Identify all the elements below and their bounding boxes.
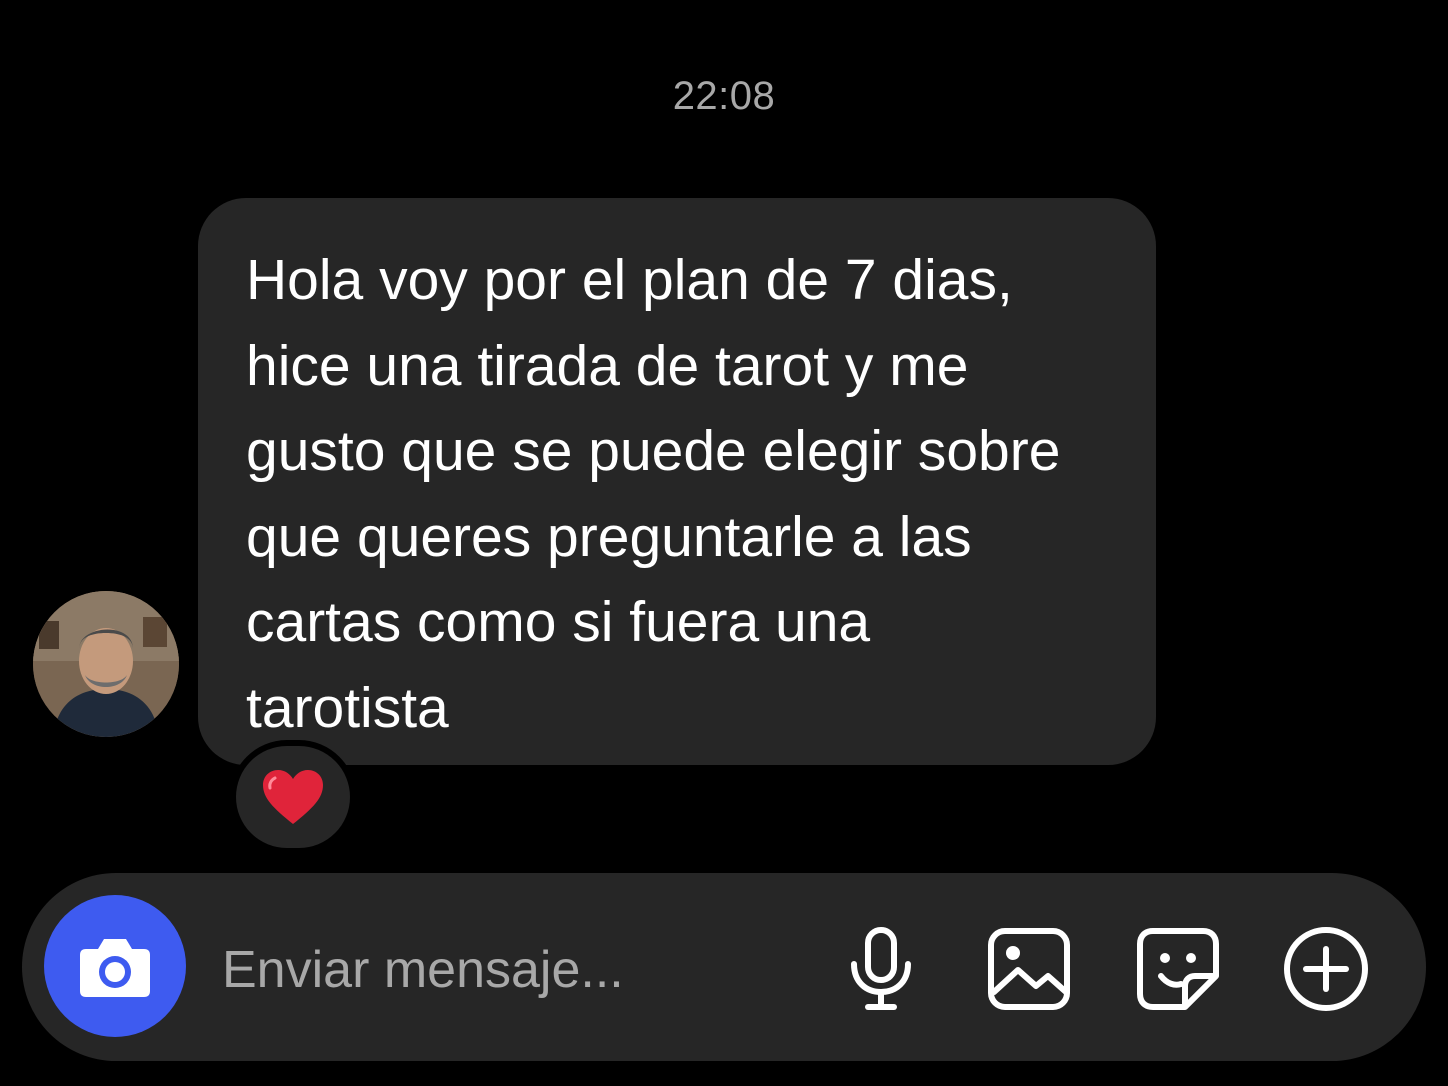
image-icon xyxy=(988,928,1070,1010)
sticker-icon xyxy=(1137,928,1219,1010)
microphone-button[interactable] xyxy=(836,924,926,1014)
message-bubble[interactable]: Hola voy por el plan de 7 dias, hice una… xyxy=(198,198,1156,765)
more-button[interactable] xyxy=(1281,924,1371,1014)
heart-icon xyxy=(263,770,323,824)
message-timestamp: 22:08 xyxy=(672,74,776,118)
avatar[interactable] xyxy=(33,591,179,737)
microphone-icon xyxy=(851,927,911,1010)
plus-circle-icon xyxy=(1284,927,1368,1011)
sticker-button[interactable] xyxy=(1133,924,1223,1014)
gallery-button[interactable] xyxy=(984,924,1074,1014)
camera-button[interactable] xyxy=(44,895,186,1037)
message-text: Hola voy por el plan de 7 dias, hice una… xyxy=(246,248,1061,740)
heart-reaction[interactable] xyxy=(236,746,350,848)
message-input[interactable] xyxy=(222,930,802,1010)
camera-icon xyxy=(80,939,150,997)
